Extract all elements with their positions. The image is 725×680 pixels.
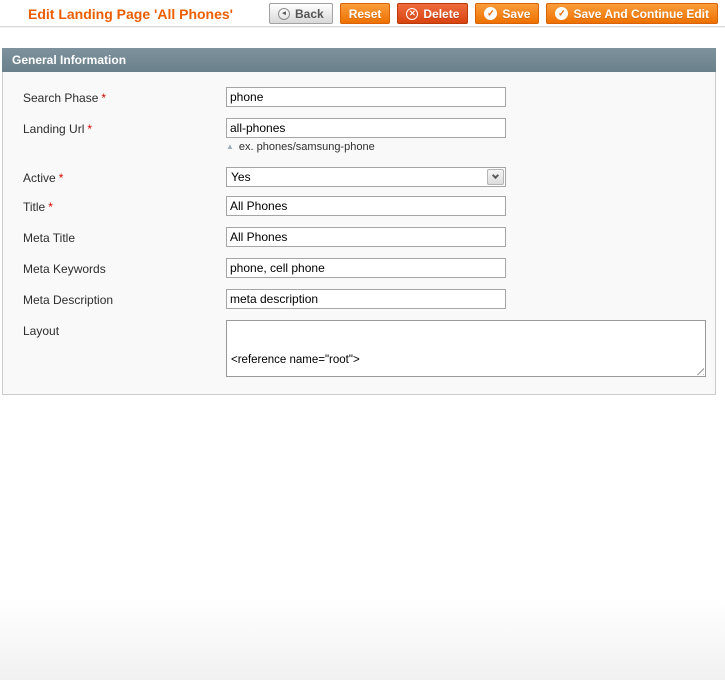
chevron-down-icon xyxy=(491,171,500,180)
back-arrow-icon: ◂ xyxy=(278,7,290,20)
field-label-text: Search Phase xyxy=(23,91,99,105)
landing-url-input[interactable] xyxy=(226,118,506,138)
form-row-title: Title * xyxy=(23,196,715,216)
required-mark: * xyxy=(101,91,107,105)
search-phase-label: Search Phase * xyxy=(23,87,226,105)
note-text: ex. xyxy=(238,141,257,153)
title-label: Title * xyxy=(23,196,226,214)
form-row-meta-title: Meta Title xyxy=(23,227,715,247)
form-row-search-phase: Search Phase * xyxy=(23,87,715,107)
field-label-text: Meta Keywords xyxy=(23,262,106,276)
required-mark: * xyxy=(58,171,64,185)
meta-keywords-label: Meta Keywords xyxy=(23,258,226,276)
active-select-value: Yes xyxy=(231,170,251,184)
layout-line-1: <reference name="root"> xyxy=(231,354,360,366)
title-input[interactable] xyxy=(226,196,506,216)
back-button[interactable]: ◂ Back xyxy=(269,3,333,24)
form-row-meta-description: Meta Description xyxy=(23,289,715,309)
required-mark: * xyxy=(48,200,53,214)
save-and-continue-label: Save And Continue Edit xyxy=(573,6,709,21)
layout-textarea[interactable]: <reference name="root"> <action method="… xyxy=(226,320,706,377)
save-check-icon: ✓ xyxy=(484,7,498,20)
select-dropdown-button[interactable] xyxy=(487,169,504,185)
form-row-meta-keywords: Meta Keywords xyxy=(23,258,715,278)
page-title: Edit Landing Page 'All Phones' xyxy=(28,6,234,22)
search-phase-input[interactable] xyxy=(226,87,506,107)
meta-description-input[interactable] xyxy=(226,289,506,309)
landing-url-note: ▲ ex. ex. phones/samsung-phone phones/sa… xyxy=(226,141,715,153)
section-header: General Information xyxy=(2,48,716,72)
landing-url-label: Landing Url * xyxy=(23,118,226,136)
layout-label: Layout xyxy=(23,320,226,338)
toolbar: ◂ Back Reset ✕ Delete ✓ Save ✓ Save And … xyxy=(269,3,718,24)
form-body: Search Phase* Landing Url* ▲ ex. ex. pho… xyxy=(2,72,716,395)
general-information-panel: General Information Search Phase* Landin… xyxy=(2,48,716,395)
form-row-active: Active * Yes xyxy=(23,167,715,187)
field-label-text: Meta Title xyxy=(23,231,76,245)
field-label-text: Active xyxy=(23,171,56,185)
meta-keywords-input[interactable] xyxy=(226,258,506,278)
reset-button-label: Reset xyxy=(348,6,382,21)
field-label-text: Layout xyxy=(23,324,60,338)
reset-button[interactable]: Reset xyxy=(339,3,391,24)
form-row-layout: Layout <reference name="root"> <action m… xyxy=(23,320,715,377)
save-button-label: Save xyxy=(502,6,531,21)
header-divider xyxy=(0,26,725,28)
note-example: phones/samsung-phone xyxy=(256,141,375,153)
field-label-text: Landing Url xyxy=(23,122,85,136)
save-button[interactable]: ✓ Save xyxy=(475,3,540,24)
back-button-label: Back xyxy=(295,6,324,21)
delete-button[interactable]: ✕ Delete xyxy=(397,3,469,24)
textarea-resize-handle[interactable] xyxy=(695,366,704,375)
page-header: Edit Landing Page 'All Phones' ◂ Back Re… xyxy=(0,0,725,26)
required-mark: * xyxy=(87,122,93,136)
save-and-continue-button[interactable]: ✓ Save And Continue Edit xyxy=(546,3,718,24)
field-label-text: Title xyxy=(23,200,46,214)
form-row-landing-url: Landing Url * xyxy=(23,118,715,138)
note-triangle-icon: ▲ xyxy=(226,142,234,151)
meta-title-label: Meta Title xyxy=(23,227,226,245)
meta-description-label: Meta Description xyxy=(23,289,226,307)
active-label: Active * xyxy=(23,167,226,185)
save-check-icon: ✓ xyxy=(555,7,569,20)
delete-cross-icon: ✕ xyxy=(406,7,419,20)
meta-title-input[interactable] xyxy=(226,227,506,247)
field-label-text: Meta Description xyxy=(23,293,114,307)
delete-button-label: Delete xyxy=(423,6,460,21)
active-select[interactable]: Yes xyxy=(226,167,506,187)
